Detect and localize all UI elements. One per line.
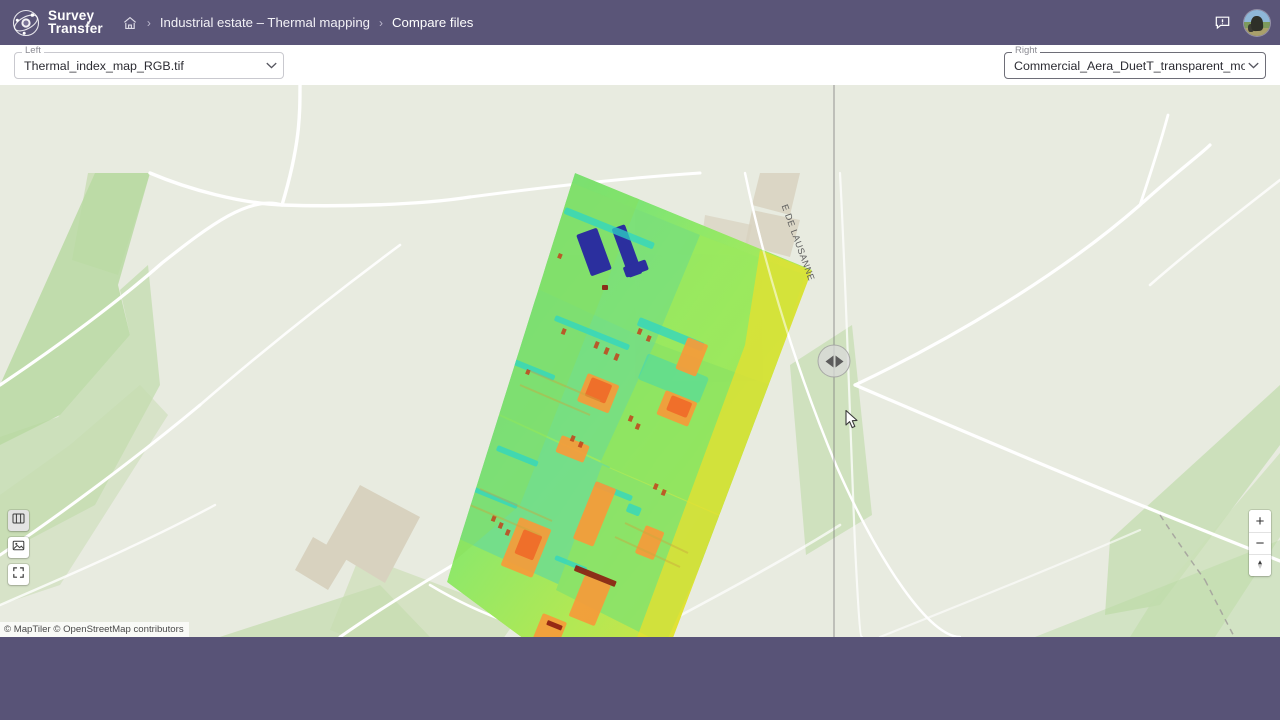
breadcrumb-separator-1: › xyxy=(146,15,151,30)
home-icon[interactable] xyxy=(122,15,138,31)
zoom-in-button[interactable]: + xyxy=(1249,510,1271,532)
basemap-toggle-button[interactable] xyxy=(8,510,29,531)
brand[interactable]: Survey Transfer xyxy=(0,8,103,38)
map-viewport[interactable]: E DE LAUSANNE + − © MapTiler © OpenStree… xyxy=(0,85,1280,637)
arrow-right-icon xyxy=(835,355,843,367)
fullscreen-toggle-button[interactable] xyxy=(8,564,29,585)
map-book-icon xyxy=(12,512,25,530)
brand-text: Survey Transfer xyxy=(48,9,103,36)
header-actions xyxy=(1210,9,1280,36)
left-file-select-label: Left xyxy=(22,46,44,56)
compare-slider[interactable] xyxy=(817,85,851,637)
left-file-select[interactable]: Left Thermal_index_map_RGB.tif xyxy=(14,46,284,79)
avatar[interactable] xyxy=(1244,9,1270,36)
bottom-bar xyxy=(0,637,1280,720)
breadcrumb-separator-2: › xyxy=(379,15,384,30)
image-layer-icon xyxy=(12,539,25,557)
breadcrumb-item-project[interactable]: Industrial estate – Thermal mapping xyxy=(160,15,370,30)
fullscreen-icon xyxy=(12,566,25,584)
layers-toggle-button[interactable] xyxy=(8,537,29,558)
arrow-left-icon xyxy=(825,355,833,367)
zoom-out-button[interactable]: − xyxy=(1249,532,1271,554)
right-file-select[interactable]: Right Commercial_Aera_DuetT_transparent_… xyxy=(1004,46,1266,79)
right-file-select-label: Right xyxy=(1012,46,1041,56)
map-attribution[interactable]: © MapTiler © OpenStreetMap contributors xyxy=(0,622,189,637)
compare-slider-handle[interactable] xyxy=(817,344,851,378)
orbit-atom-icon xyxy=(11,8,41,38)
breadcrumb: › Industrial estate – Thermal mapping › … xyxy=(122,15,474,31)
compass-north-icon xyxy=(1254,558,1266,574)
app-header: Survey Transfer › Industrial estate – Th… xyxy=(0,0,1280,45)
chevron-down-icon[interactable] xyxy=(263,58,279,74)
brand-line-2: Transfer xyxy=(48,20,103,36)
map-canvas xyxy=(0,85,1280,637)
file-select-bar: Left Thermal_index_map_RGB.tif Right Com… xyxy=(0,45,1280,85)
feedback-message-icon[interactable] xyxy=(1210,11,1234,35)
map-tool-group xyxy=(8,510,29,585)
compass-north-button[interactable] xyxy=(1249,554,1271,576)
right-file-select-value: Commercial_Aera_DuetT_transparent_mosaic… xyxy=(1014,58,1245,73)
chevron-down-icon[interactable] xyxy=(1245,58,1261,74)
zoom-control-group: + − xyxy=(1249,510,1271,576)
breadcrumb-item-current: Compare files xyxy=(392,15,474,30)
left-file-select-value: Thermal_index_map_RGB.tif xyxy=(24,58,184,73)
